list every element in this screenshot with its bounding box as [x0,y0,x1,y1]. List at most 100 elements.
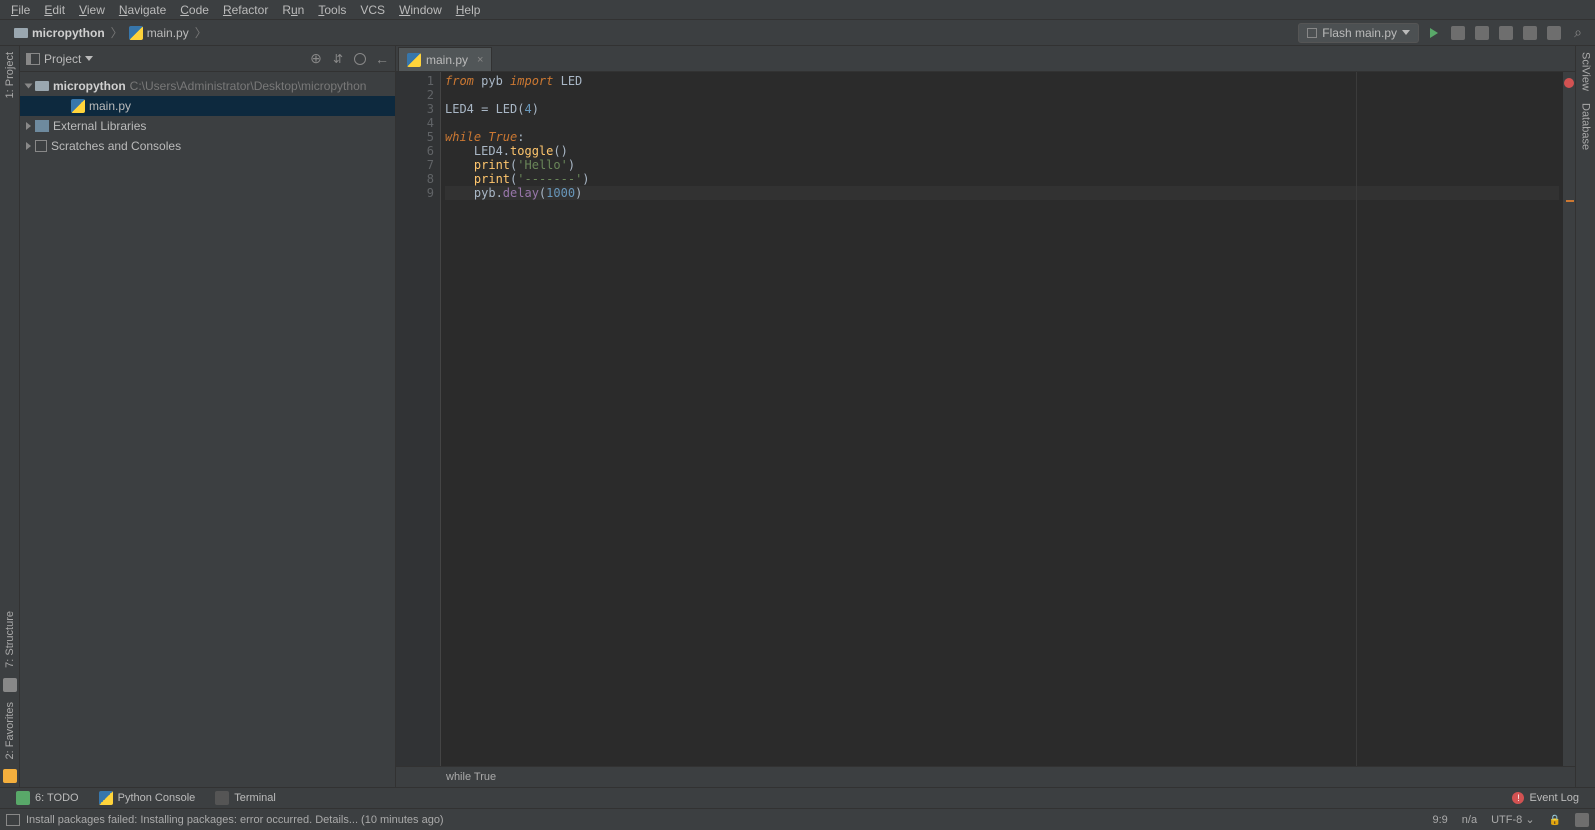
collapse-all-icon[interactable] [331,52,345,66]
encoding[interactable]: UTF-8 ⌄ [1491,813,1534,826]
terminal-icon [215,791,229,805]
profile-icon [1499,26,1513,40]
stripe-favorites[interactable]: 2: Favorites [2,696,18,765]
menu-refactor[interactable]: Refactor [216,1,275,19]
search-icon: ⌕ [1574,24,1582,41]
project-title: Project [44,52,81,66]
tree-scratches[interactable]: Scratches and Consoles [20,136,395,156]
menu-vcs[interactable]: VCS [353,1,392,19]
code-line[interactable]: LED4.toggle() [445,144,1559,158]
memory-indicator-icon[interactable] [1575,813,1589,827]
code-line[interactable]: print('Hello') [445,158,1559,172]
code-area[interactable]: from pyb import LED LED4 = LED(4) while Tr… [441,72,1563,766]
main-area: 1: Project 7: Structure 2: Favorites Pro… [0,46,1595,787]
menu-run[interactable]: Run [275,1,311,19]
editor-tab-label: main.py [426,53,468,67]
menu-edit[interactable]: Edit [37,1,72,19]
folder-icon [14,28,28,38]
status-message[interactable]: Install packages failed: Installing pack… [26,814,444,826]
star-icon [3,769,17,783]
breadcrumb-root-label: micropython [32,26,105,40]
debug-button[interactable] [1449,24,1467,42]
python-file-icon [71,99,85,113]
play-icon [1430,28,1438,38]
menu-tools[interactable]: Tools [311,1,353,19]
profile-button[interactable] [1497,24,1515,42]
project-tree[interactable]: micropython C:\Users\Administrator\Deskt… [20,72,395,787]
error-stripe[interactable] [1563,72,1575,766]
tool-window-toggle-icon[interactable] [6,814,20,826]
tree-root-name: micropython [53,79,126,93]
breadcrumb-sep: 〉 [195,24,207,41]
tool-todo[interactable]: 6: TODO [6,791,89,805]
toolbar-right: Flash main.py ⌕ [1298,23,1595,43]
menu-view[interactable]: View [72,1,112,19]
gear-icon [354,53,366,65]
close-tab-icon[interactable]: × [477,54,483,66]
stripe-structure[interactable]: 7: Structure [2,605,18,674]
run-config-label: Flash main.py [1322,26,1397,40]
stripe-database[interactable]: Database [1578,97,1594,156]
code-line[interactable]: pyb.delay(1000) [445,186,1559,200]
tree-file-main[interactable]: main.py [20,96,395,116]
breadcrumb-root[interactable]: micropython [10,26,109,40]
run-config-icon [1307,28,1317,38]
menu-code[interactable]: Code [173,1,216,19]
chevron-down-icon[interactable] [85,56,93,61]
tree-root-path: C:\Users\Administrator\Desktop\micropyth… [130,79,367,93]
expander-icon[interactable] [26,142,31,150]
code-line[interactable] [445,116,1559,130]
run-config-selector[interactable]: Flash main.py [1298,23,1419,43]
code-line[interactable] [445,88,1559,102]
breadcrumb-context[interactable]: while True [446,771,496,783]
bug-icon [1451,26,1465,40]
navigation-bar: micropython 〉 main.py 〉 Flash main.py ⌕ [0,20,1595,46]
expander-icon[interactable] [25,84,33,89]
editor-area: main.py × 123456789 from pyb import LED L… [396,46,1575,787]
expander-icon[interactable] [26,122,31,130]
project-tool-window: Project micropython C:\Users\Administrat… [20,46,396,787]
tree-external-libs[interactable]: External Libraries [20,116,395,136]
tree-root[interactable]: micropython C:\Users\Administrator\Deskt… [20,76,395,96]
error-badge-icon: ! [1512,792,1524,804]
python-icon [99,791,113,805]
coverage-button[interactable] [1473,24,1491,42]
todo-icon [16,791,30,805]
menu-bar: File Edit View Navigate Code Refactor Ru… [0,0,1595,20]
gutter[interactable]: 123456789 [396,72,441,766]
search-everywhere-button[interactable]: ⌕ [1569,24,1587,42]
settings-button[interactable] [353,52,367,66]
code-line[interactable]: from pyb import LED [445,74,1559,88]
editor-tab-main[interactable]: main.py × [398,47,492,71]
lock-icon[interactable] [1549,814,1561,826]
pane-icon [26,53,40,65]
line-separator[interactable]: n/a [1462,814,1477,826]
tool-python-console[interactable]: Python Console [89,791,206,805]
tool-terminal[interactable]: Terminal [205,791,286,805]
menu-file[interactable]: File [4,1,37,19]
stop-button[interactable] [1521,24,1539,42]
code-line[interactable]: while True: [445,130,1559,144]
menu-navigate[interactable]: Navigate [112,1,173,19]
update-button[interactable] [1545,24,1563,42]
menu-help[interactable]: Help [449,1,488,19]
hide-icon[interactable] [375,52,389,66]
warning-mark[interactable] [1566,200,1574,202]
stripe-project[interactable]: 1: Project [2,46,18,104]
breadcrumb-file[interactable]: main.py [125,26,193,40]
code-line[interactable]: print('-------') [445,172,1559,186]
stripe-sciview[interactable]: SciView [1578,46,1594,97]
breadcrumb-sep: 〉 [111,24,123,41]
chevron-down-icon [1402,30,1410,35]
menu-window[interactable]: Window [392,1,449,19]
event-log[interactable]: ! Event Log [1502,792,1589,804]
caret-position[interactable]: 9:9 [1433,814,1448,826]
editor-body[interactable]: 123456789 from pyb import LED LED4 = LED(… [396,72,1575,766]
breadcrumb-file-label: main.py [147,26,189,40]
left-tool-stripe: 1: Project 7: Structure 2: Favorites [0,46,20,787]
locate-icon[interactable] [309,52,323,66]
event-log-label: Event Log [1529,792,1579,804]
run-button[interactable] [1425,24,1443,42]
code-line[interactable]: LED4 = LED(4) [445,102,1559,116]
bottom-tool-stripe: 6: TODO Python Console Terminal ! Event … [0,787,1595,808]
